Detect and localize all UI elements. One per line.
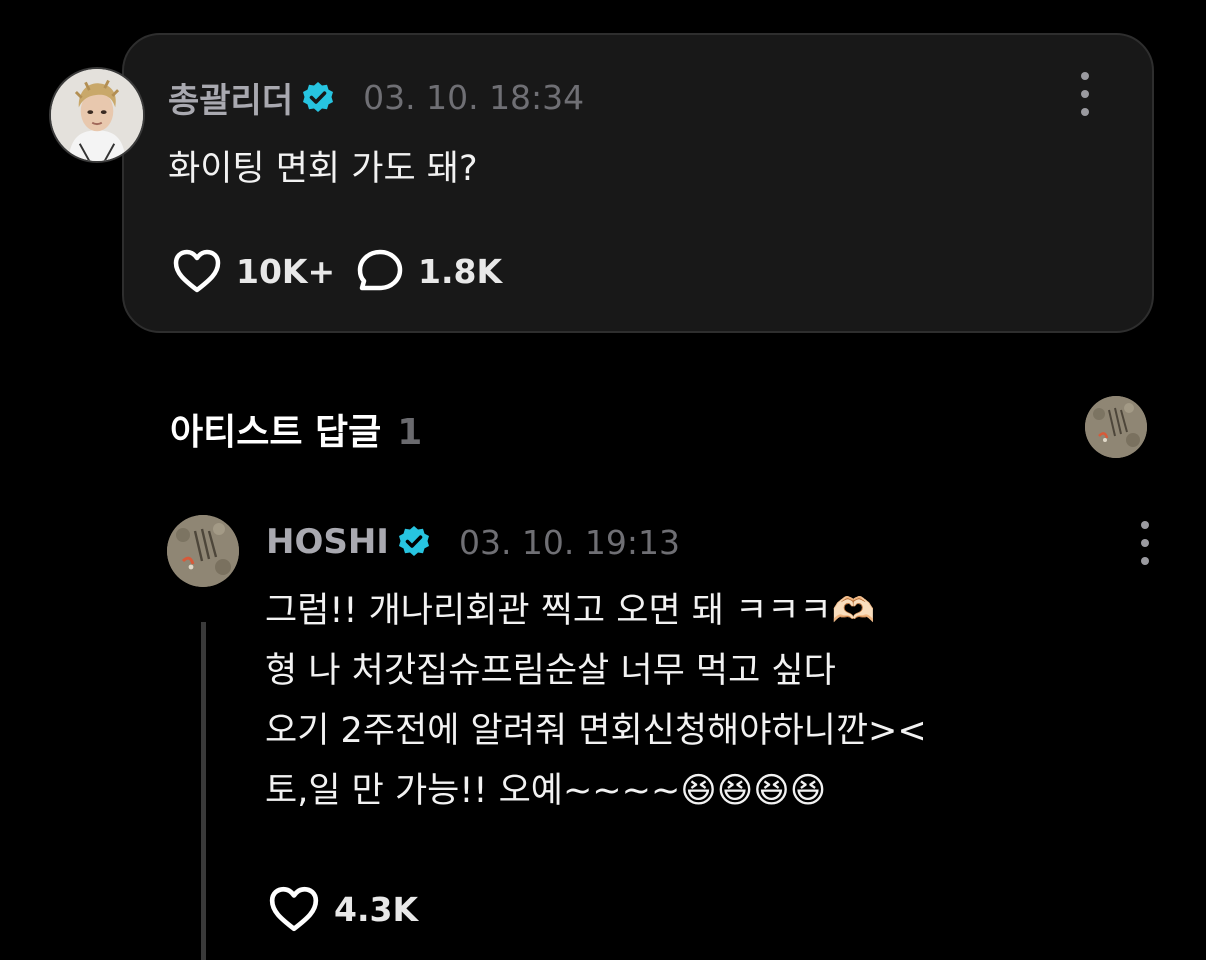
post-comment-count: 1.8K bbox=[418, 251, 503, 291]
post-timestamp: 03. 10. 18:34 bbox=[363, 78, 585, 117]
comment-bubble-icon bbox=[357, 249, 403, 291]
reply-timestamp: 03. 10. 19:13 bbox=[458, 522, 680, 562]
artist-replies-header: 아티스트 답글 1 bbox=[170, 403, 422, 455]
verified-badge-icon bbox=[397, 525, 431, 559]
reply-author-row: HOSHI 03. 10. 19:13 bbox=[266, 522, 680, 562]
post-more-options-icon[interactable] bbox=[1075, 72, 1095, 116]
reply-author-name[interactable]: HOSHI bbox=[266, 522, 389, 562]
reply-like-button[interactable]: 4.3K bbox=[268, 885, 418, 933]
reply-line: 형 나 처갓집슈프림순살 너무 먹고 싶다 bbox=[265, 651, 836, 691]
reply-line: 그럼!! 개나리회관 찍고 오면 돼 ㅋㅋㅋ🫶🏻 bbox=[265, 591, 876, 631]
avatar-image bbox=[51, 69, 143, 161]
reply-more-options-icon[interactable] bbox=[1135, 521, 1155, 565]
reply-line: 오기 2주전에 알려줘 면회신청해야하니깐>< bbox=[265, 711, 927, 751]
post-like-button[interactable]: 10K+ bbox=[172, 248, 335, 294]
heart-icon bbox=[269, 886, 319, 932]
artist-avatar-small[interactable] bbox=[1085, 396, 1147, 458]
page: 총괄리더 03. 10. 18:34 화이팅 면회 가도 돼? 10K+ 1.8… bbox=[0, 0, 1206, 960]
avatar-image bbox=[167, 515, 239, 587]
thread-line bbox=[201, 622, 206, 960]
section-count: 1 bbox=[397, 412, 423, 453]
avatar-image bbox=[1085, 396, 1147, 458]
reply-author-avatar[interactable] bbox=[167, 515, 239, 587]
post-author-name[interactable]: 총괄리더 bbox=[168, 73, 293, 122]
post-like-count: 10K+ bbox=[236, 251, 336, 291]
verified-badge-icon bbox=[301, 81, 335, 115]
section-title: 아티스트 답글 bbox=[170, 412, 382, 453]
heart-icon bbox=[173, 249, 221, 293]
post-author-row: 총괄리더 03. 10. 18:34 bbox=[168, 73, 584, 122]
reply-text: 그럼!! 개나리회관 찍고 오면 돼 ㅋㅋㅋ🫶🏻 형 나 처갓집슈프림순살 너무… bbox=[265, 581, 927, 821]
post-text: 화이팅 면회 가도 돼? bbox=[168, 149, 478, 189]
post-author-avatar[interactable] bbox=[49, 67, 145, 163]
post-comment-button[interactable]: 1.8K bbox=[356, 248, 502, 294]
reply-line: 토,일 만 가능!! 오예~~~~😆😆😆😆 bbox=[265, 771, 827, 811]
reply-like-count: 4.3K bbox=[334, 889, 419, 929]
